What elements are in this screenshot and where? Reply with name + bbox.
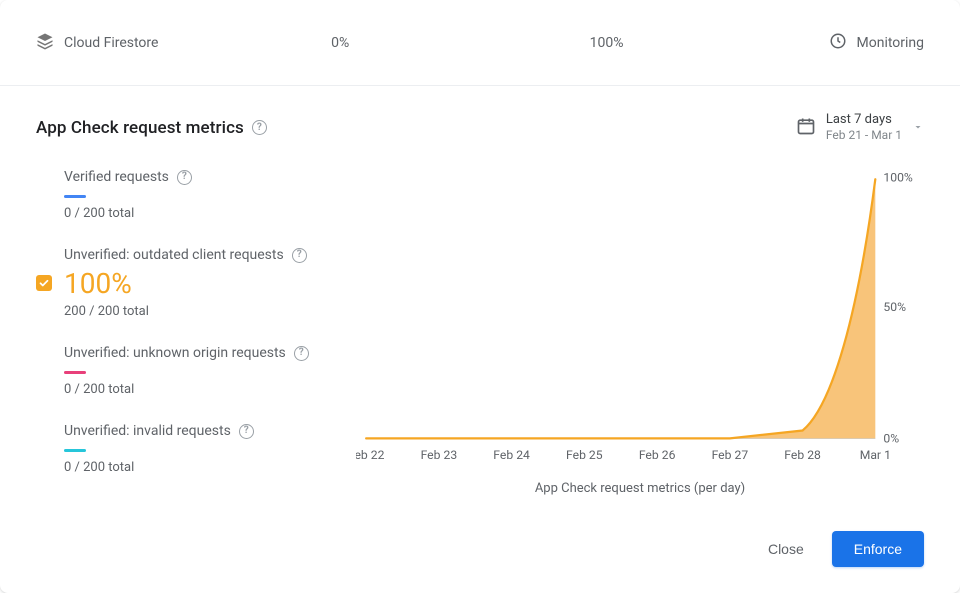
metric-verified[interactable]: Verified requests ? 0 / 200 total (36, 169, 336, 247)
summary-monitoring: Monitoring (829, 32, 925, 54)
close-button[interactable]: Close (760, 533, 812, 565)
svg-text:100%: 100% (883, 171, 912, 185)
metric-outdated-big: 100% (64, 267, 336, 300)
metric-outdated-sub: 200 / 200 total (64, 304, 336, 319)
metric-verified-sub: 0 / 200 total (64, 206, 336, 221)
dialog-footer: Close Enforce (0, 521, 960, 593)
summary-col-100: 100% (590, 35, 829, 51)
summary-col-0: 0% (331, 35, 590, 51)
svg-text:Feb 26: Feb 26 (639, 448, 676, 462)
swatch-verified (64, 195, 86, 198)
firestore-icon (36, 32, 54, 54)
page-title: App Check request metrics (36, 118, 244, 138)
service-label: Cloud Firestore (36, 32, 331, 54)
metric-unknown-sub: 0 / 200 total (64, 382, 336, 397)
svg-text:Feb 23: Feb 23 (421, 448, 458, 462)
clock-icon (829, 32, 847, 54)
svg-text:50%: 50% (883, 300, 906, 314)
svg-text:Feb 22: Feb 22 (356, 448, 385, 462)
metrics-list: Verified requests ? 0 / 200 total Unveri… (36, 169, 336, 500)
help-icon[interactable]: ? (292, 248, 307, 263)
svg-text:Feb 28: Feb 28 (784, 448, 821, 462)
chart: 100% 50% 0% Feb 22 Feb 23 Feb 24 Feb 25 … (356, 169, 924, 467)
help-icon[interactable]: ? (294, 346, 309, 361)
svg-text:Feb 24: Feb 24 (493, 448, 530, 462)
svg-text:Mar 1: Mar 1 (860, 448, 891, 462)
svg-text:Feb 25: Feb 25 (566, 448, 603, 462)
date-range-picker[interactable]: Last 7 days Feb 21 - Mar 1 (796, 112, 924, 143)
svg-text:Feb 27: Feb 27 (712, 448, 749, 462)
checkbox-icon[interactable] (36, 275, 52, 291)
service-name: Cloud Firestore (64, 35, 158, 51)
help-icon[interactable]: ? (252, 120, 267, 135)
swatch-invalid (64, 449, 86, 452)
calendar-icon (796, 116, 816, 140)
metric-outdated[interactable]: Unverified: outdated client requests ? 1… (36, 247, 336, 345)
metric-unknown[interactable]: Unverified: unknown origin requests ? 0 … (36, 345, 336, 423)
enforce-button[interactable]: Enforce (832, 531, 924, 567)
svg-text:0%: 0% (883, 432, 899, 446)
help-icon[interactable]: ? (177, 170, 192, 185)
date-range-sub: Feb 21 - Mar 1 (826, 128, 902, 143)
date-range-label: Last 7 days (826, 112, 902, 128)
chart-caption: App Check request metrics (per day) (356, 481, 924, 496)
summary-bar: Cloud Firestore 0% 100% Monitoring (0, 0, 960, 86)
metric-invalid-sub: 0 / 200 total (64, 460, 336, 475)
metric-invalid[interactable]: Unverified: invalid requests ? 0 / 200 t… (36, 423, 336, 475)
swatch-unknown (64, 371, 86, 374)
chevron-down-icon (912, 118, 924, 137)
help-icon[interactable]: ? (239, 424, 254, 439)
